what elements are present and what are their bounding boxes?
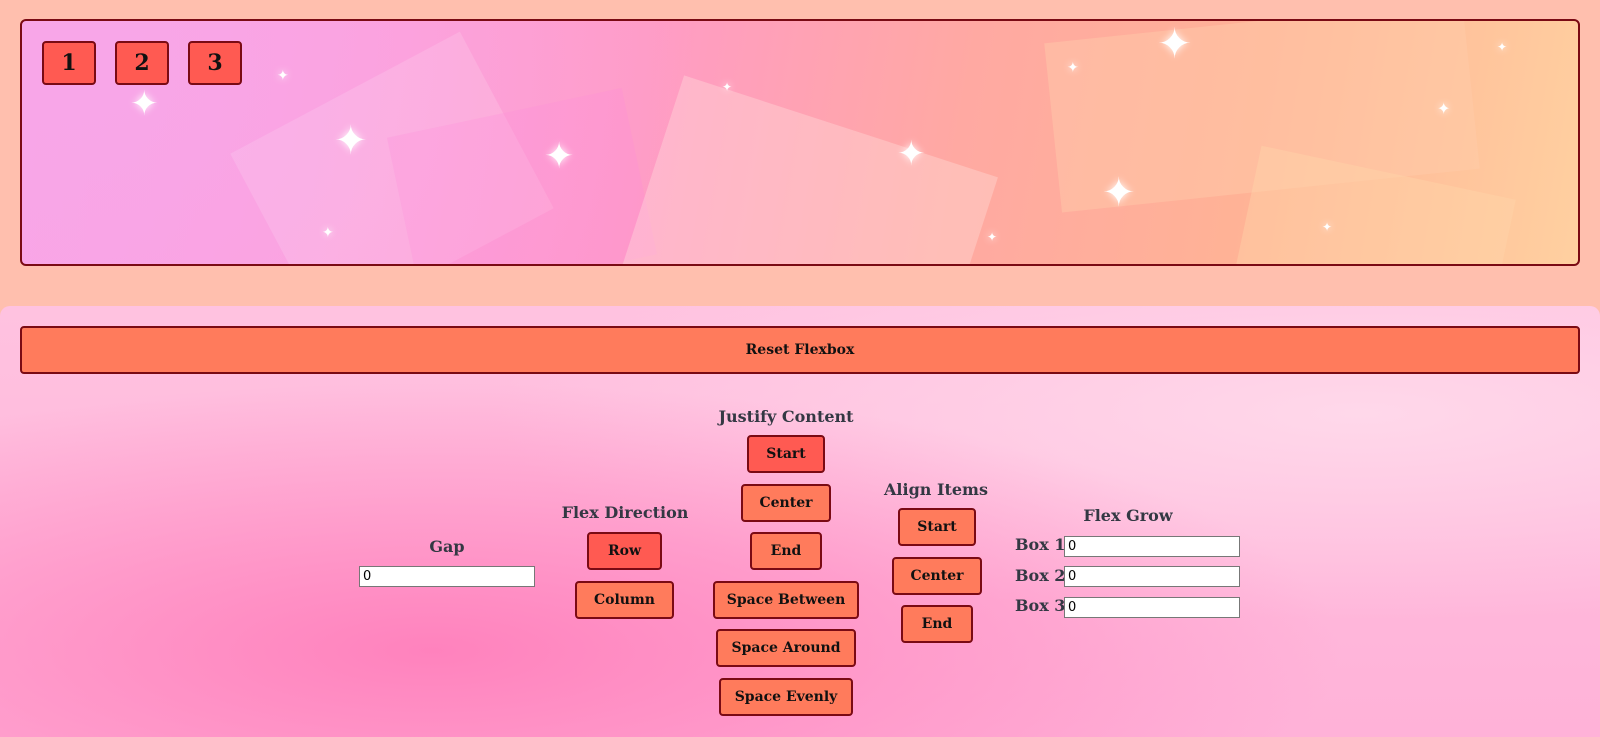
flex-box-2: 2	[115, 41, 169, 85]
sparkle-icon: ✦	[1102, 170, 1136, 216]
flex-grow-box-1-label: Box 1	[1015, 535, 1066, 554]
sparkle-icon: ✦	[334, 118, 368, 164]
sparkle-icon: ✦	[1067, 60, 1079, 76]
flex-grow-box-2-input[interactable]: 0	[1064, 566, 1240, 587]
align-center-button[interactable]: Center	[892, 557, 982, 595]
justify-content-heading: Justify Content	[718, 407, 854, 426]
flex-direction-row-button[interactable]: Row	[587, 532, 662, 570]
flex-grow-heading: Flex Grow	[1083, 506, 1173, 525]
justify-space-evenly-button[interactable]: Space Evenly	[719, 678, 853, 716]
flex-box-3: 3	[188, 41, 242, 85]
background-star-shape	[616, 75, 998, 264]
flex-grow-box-3-label: Box 3	[1015, 596, 1066, 615]
sparkle-icon: ✦	[1437, 99, 1451, 118]
flex-grow-box-2-label: Box 2	[1015, 566, 1066, 585]
flex-direction-heading: Flex Direction	[561, 503, 689, 522]
gap-heading: Gap	[429, 537, 465, 556]
sparkle-icon: ✦	[130, 84, 159, 124]
controls-panel: Reset Flexbox Gap 0 Flex Direction Row C…	[0, 306, 1600, 737]
sparkle-icon: ✦	[722, 80, 733, 94]
gap-input[interactable]: 0	[359, 566, 535, 587]
justify-end-button[interactable]: End	[750, 532, 822, 570]
sparkle-icon: ✦	[987, 230, 998, 244]
sparkle-icon: ✦	[1322, 220, 1333, 234]
sparkle-icon: ✦	[277, 68, 289, 84]
justify-space-around-button[interactable]: Space Around	[716, 629, 856, 667]
align-end-button[interactable]: End	[901, 605, 973, 643]
flex-box-1: 1	[42, 41, 96, 85]
sparkle-icon: ✦	[1497, 40, 1508, 54]
flex-container-preview: ✦ ✦ ✦ ✦ ✦ ✦ ✦ ✦ ✦ ✦ ✦ ✦ ✦ ✦ 1 2 3	[20, 19, 1580, 266]
align-start-button[interactable]: Start	[898, 508, 976, 546]
sparkle-icon: ✦	[544, 136, 575, 177]
sparkle-icon: ✦	[897, 134, 926, 174]
justify-space-between-button[interactable]: Space Between	[713, 581, 859, 619]
align-items-heading: Align Items	[884, 480, 988, 499]
sparkle-icon: ✦	[1157, 19, 1193, 68]
reset-flexbox-button[interactable]: Reset Flexbox	[20, 326, 1580, 374]
justify-start-button[interactable]: Start	[747, 435, 825, 473]
justify-center-button[interactable]: Center	[741, 484, 831, 522]
sparkle-icon: ✦	[322, 225, 334, 241]
flex-grow-box-1-input[interactable]: 0	[1064, 536, 1240, 557]
flex-grow-box-3-input[interactable]: 0	[1064, 597, 1240, 618]
flex-direction-column-button[interactable]: Column	[575, 581, 674, 619]
